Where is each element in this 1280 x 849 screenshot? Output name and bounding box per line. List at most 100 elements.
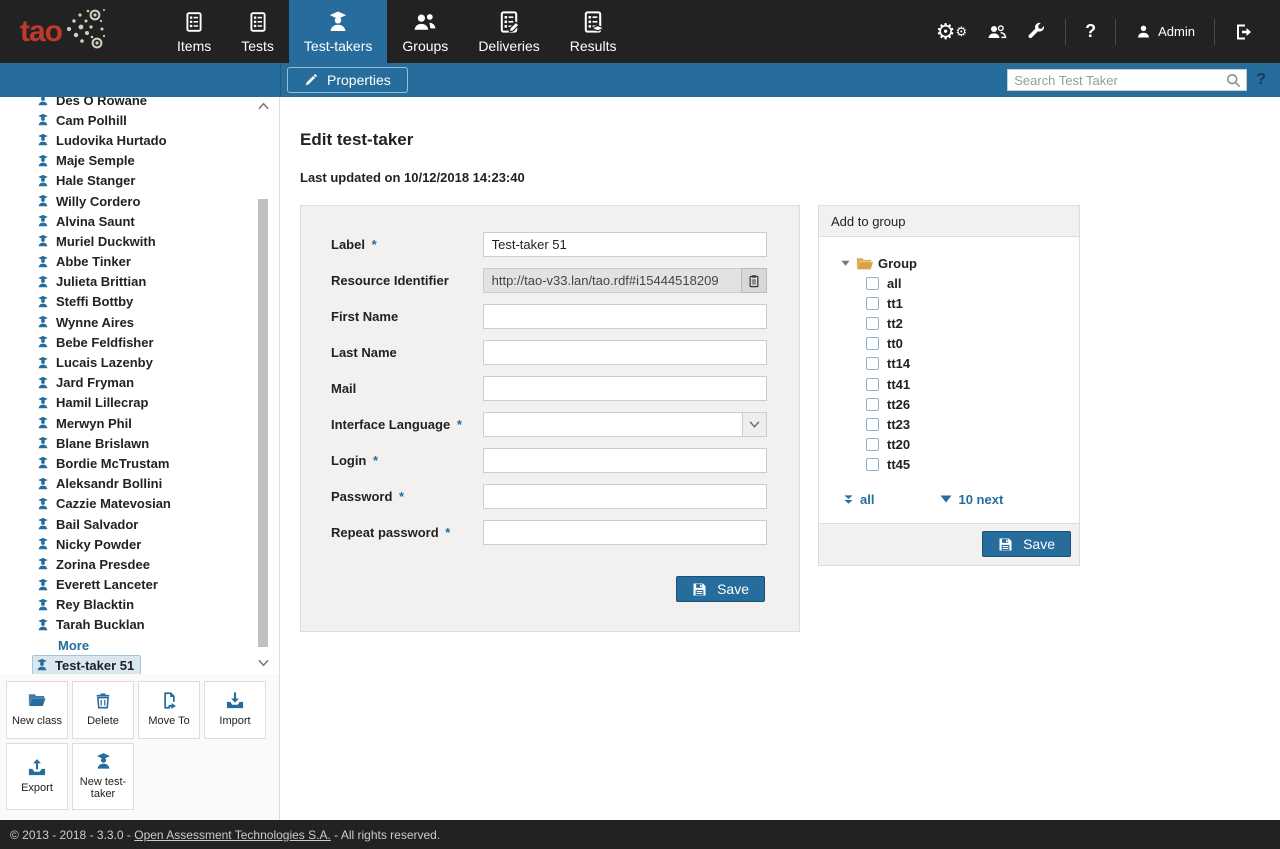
interface-language-select[interactable] xyxy=(483,412,767,437)
tree-item[interactable]: Steffi Bottby xyxy=(36,292,279,312)
group-option-tt23[interactable]: tt23 xyxy=(866,414,1069,434)
checkbox[interactable] xyxy=(866,378,879,391)
nav-tab-deliveries[interactable]: Deliveries xyxy=(463,0,554,63)
form-save-label: Save xyxy=(717,581,749,597)
tree-item[interactable]: Abbe Tinker xyxy=(36,252,279,272)
tree-item[interactable]: Alvina Saunt xyxy=(36,211,279,231)
tree-item[interactable]: Hamil Lillecrap xyxy=(36,393,279,413)
group-option-tt45[interactable]: tt45 xyxy=(866,455,1069,475)
user-name-label: Admin xyxy=(1158,24,1195,39)
user-account-menu[interactable]: Admin xyxy=(1135,23,1195,40)
new-test-taker-button[interactable]: New test-taker xyxy=(72,743,134,810)
move-to-button[interactable]: Move To xyxy=(138,681,200,739)
tree-more-link[interactable]: More xyxy=(36,635,279,655)
tree-item[interactable]: Everett Lanceter xyxy=(36,575,279,595)
logout-icon[interactable] xyxy=(1234,22,1254,42)
footer-company-link[interactable]: Open Assessment Technologies S.A. xyxy=(134,828,331,842)
search-input[interactable] xyxy=(1008,73,1225,88)
first-name-field[interactable] xyxy=(483,304,767,329)
test-taker-icon xyxy=(36,537,50,551)
tree-item-selected[interactable]: Test-taker 51 xyxy=(32,655,141,673)
checkbox[interactable] xyxy=(866,277,879,290)
tree-item[interactable]: Ludovika Hurtado xyxy=(36,130,279,150)
group-option-tt0[interactable]: tt0 xyxy=(866,334,1069,354)
topbar-divider xyxy=(1115,19,1116,45)
search-help-icon[interactable]: ? xyxy=(1256,71,1266,89)
group-option-tt1[interactable]: tt1 xyxy=(866,293,1069,313)
tree-item[interactable]: Bebe Feldfisher xyxy=(36,332,279,352)
group-root-node[interactable]: Group xyxy=(841,253,1069,273)
export-button[interactable]: Export xyxy=(6,743,68,810)
user-management-icon[interactable] xyxy=(986,22,1008,42)
nav-tab-results[interactable]: Results xyxy=(555,0,632,63)
copy-to-clipboard-button[interactable] xyxy=(741,268,767,293)
nav-tab-groups[interactable]: Groups xyxy=(387,0,463,63)
password-field[interactable] xyxy=(483,484,767,509)
login-field[interactable] xyxy=(483,448,767,473)
tree-item[interactable]: Julieta Brittian xyxy=(36,272,279,292)
repeat-password-field[interactable] xyxy=(483,520,767,545)
checkbox[interactable] xyxy=(866,337,879,350)
checkbox[interactable] xyxy=(866,438,879,451)
delete-button[interactable]: Delete xyxy=(72,681,134,739)
settings-gears-icon[interactable]: ⚙⚙ xyxy=(936,21,967,43)
checkbox[interactable] xyxy=(866,398,879,411)
tree-item[interactable]: Lucais Lazenby xyxy=(36,352,279,372)
group-save-button[interactable]: Save xyxy=(982,531,1071,557)
tree-scrollbar[interactable] xyxy=(257,99,270,670)
tree-item[interactable]: Merwyn Phil xyxy=(36,413,279,433)
tree-item[interactable]: Des O Rowane xyxy=(36,97,279,110)
save-disk-icon xyxy=(998,537,1013,552)
tree-item[interactable]: Bordie McTrustam xyxy=(36,453,279,473)
checkbox[interactable] xyxy=(866,458,879,471)
actionbar-divider xyxy=(280,63,281,97)
scroll-up-icon[interactable] xyxy=(257,99,270,112)
group-option-all[interactable]: all xyxy=(866,273,1069,293)
group-option-tt14[interactable]: tt14 xyxy=(866,354,1069,374)
tree-item[interactable]: Tarah Bucklan xyxy=(36,615,279,635)
group-option-tt41[interactable]: tt41 xyxy=(866,374,1069,394)
nav-tab-test-takers[interactable]: Test-takers xyxy=(289,0,387,63)
topbar-divider xyxy=(1214,19,1215,45)
form-save-button[interactable]: Save xyxy=(676,576,765,602)
label-field[interactable] xyxy=(483,232,767,257)
tree-item[interactable]: Zorina Presdee xyxy=(36,554,279,574)
tree-item[interactable]: Rey Blacktin xyxy=(36,595,279,615)
tree-item[interactable]: Wynne Aires xyxy=(36,312,279,332)
checkbox[interactable] xyxy=(866,297,879,310)
tree-item[interactable]: Aleksandr Bollini xyxy=(36,474,279,494)
tree-item[interactable]: Hale Stanger xyxy=(36,171,279,191)
import-button[interactable]: Import xyxy=(204,681,266,739)
new-class-button[interactable]: New class xyxy=(6,681,68,739)
nav-tab-items[interactable]: Items xyxy=(162,0,226,63)
scrollbar-thumb[interactable] xyxy=(258,199,268,647)
tree-item[interactable]: Nicky Powder xyxy=(36,534,279,554)
load-next-link[interactable]: 10 next xyxy=(940,492,1003,507)
mail-field[interactable] xyxy=(483,376,767,401)
checkbox[interactable] xyxy=(866,418,879,431)
checkbox[interactable] xyxy=(866,357,879,370)
caret-down-icon[interactable] xyxy=(841,259,850,267)
group-option-tt2[interactable]: tt2 xyxy=(866,313,1069,333)
tree-item[interactable]: Willy Cordero xyxy=(36,191,279,211)
checkbox[interactable] xyxy=(866,317,879,330)
group-option-tt26[interactable]: tt26 xyxy=(866,394,1069,414)
wrench-icon[interactable] xyxy=(1027,22,1046,41)
properties-button[interactable]: Properties xyxy=(287,67,408,93)
tree-item[interactable]: Bail Salvador xyxy=(36,514,279,534)
folder-icon xyxy=(26,692,48,710)
scroll-down-icon[interactable] xyxy=(257,657,270,670)
tree-item[interactable]: Muriel Duckwith xyxy=(36,231,279,251)
nav-tab-tests[interactable]: Tests xyxy=(226,0,289,63)
tree-item[interactable]: Maje Semple xyxy=(36,151,279,171)
tao-logo[interactable]: tao xyxy=(0,0,120,63)
tree-item[interactable]: Blane Brislawn xyxy=(36,433,279,453)
last-name-field[interactable] xyxy=(483,340,767,365)
tree-item[interactable]: Jard Fryman xyxy=(36,373,279,393)
help-icon[interactable]: ? xyxy=(1085,21,1096,42)
load-all-link[interactable]: all xyxy=(843,492,874,507)
group-option-tt20[interactable]: tt20 xyxy=(866,435,1069,455)
search-icon[interactable] xyxy=(1225,72,1246,89)
tree-item[interactable]: Cam Polhill xyxy=(36,110,279,130)
tree-item[interactable]: Cazzie Matevosian xyxy=(36,494,279,514)
